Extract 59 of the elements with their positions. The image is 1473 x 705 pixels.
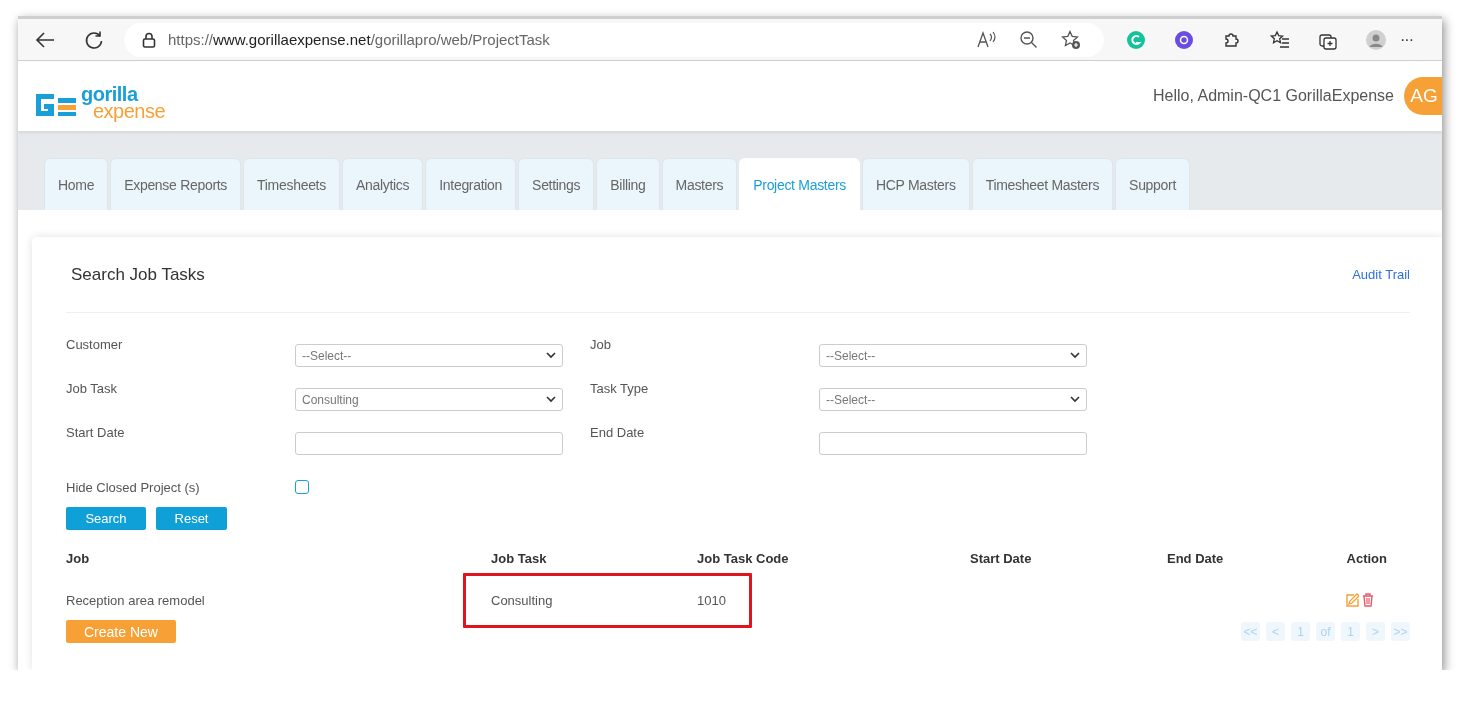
date-input-field[interactable] <box>295 432 563 455</box>
select-field[interactable]: Consulting <box>295 388 563 411</box>
column-header: Job <box>66 550 91 566</box>
favorites-icon[interactable] <box>1270 29 1290 50</box>
nav-tab[interactable]: Support <box>1115 158 1191 210</box>
field-label: Job <box>589 336 612 354</box>
url-text: https://www.gorillaexpense.net/gorillapro/web/ProjectTask <box>168 31 551 48</box>
lock-icon <box>142 31 156 48</box>
action-button[interactable]: Search <box>66 507 146 530</box>
checkbox[interactable] <box>295 480 309 494</box>
zoom-out-icon[interactable] <box>1019 29 1039 50</box>
nav-tab[interactable]: HCP Masters <box>862 158 970 210</box>
nav-tab[interactable]: Integration <box>425 158 517 210</box>
address-bar[interactable]: https://www.gorillaexpense.net/gorillapro/web/ProjectTask <box>124 22 1104 57</box>
camera-extension-icon[interactable] <box>1174 29 1194 50</box>
field-label: Job Task <box>66 380 119 398</box>
chevron-down-icon <box>546 352 556 359</box>
nav-tab[interactable]: Billing <box>596 158 660 210</box>
read-aloud-icon[interactable] <box>977 29 997 50</box>
column-header: End Date <box>1167 550 1225 566</box>
field-label: Task Type <box>589 380 650 398</box>
star-plus-icon[interactable] <box>1061 29 1081 50</box>
nav-tab[interactable]: Timesheets <box>243 158 340 210</box>
trash-icon[interactable] <box>1362 593 1374 607</box>
logo-subtext: expense <box>93 103 166 120</box>
section-title: Search Job Tasks <box>71 264 205 285</box>
more-menu-button[interactable]: ··· <box>1400 30 1413 49</box>
greeting-text: Hello, Admin-QC1 GorillaExpense <box>1153 87 1394 105</box>
nav-tab[interactable]: Expense Reports <box>110 158 242 210</box>
date-input-field[interactable] <box>819 432 1087 455</box>
nav-tab[interactable]: Analytics <box>341 158 424 210</box>
column-header: Job Task Code <box>697 550 790 566</box>
field-label: Start Date <box>66 424 126 442</box>
nav-tab[interactable]: Home <box>44 158 109 210</box>
nav-tab[interactable]: Settings <box>518 158 595 210</box>
table-cell-text: Reception area remodel <box>66 592 206 608</box>
chevron-down-icon <box>1070 396 1080 403</box>
field-label: Customer <box>66 336 124 354</box>
column-header: Action <box>1346 550 1387 566</box>
nav-tab[interactable]: Masters <box>661 158 738 210</box>
column-header: Start Date <box>970 550 1033 566</box>
back-icon[interactable] <box>34 29 56 50</box>
chevron-down-icon <box>546 396 556 403</box>
reload-icon[interactable] <box>84 29 104 50</box>
checkbox-label: Hide Closed Project (s) <box>66 479 201 495</box>
field-label: End Date <box>589 424 646 442</box>
select-field[interactable]: --Select-- <box>819 344 1087 367</box>
chevron-down-icon <box>1070 352 1080 359</box>
logo-text: gorilla <box>81 86 140 103</box>
profile-icon[interactable] <box>1366 29 1386 50</box>
table-cell-text: 1010 <box>697 592 727 608</box>
table-cell-text: Consulting <box>491 592 554 608</box>
nav-tab[interactable]: Project Masters <box>739 158 860 210</box>
nav-tab[interactable]: Timesheet Masters <box>971 158 1114 210</box>
column-header: Job Task <box>491 550 548 566</box>
select-field[interactable]: --Select-- <box>295 344 563 367</box>
action-button[interactable]: Reset <box>156 507 227 530</box>
select-field[interactable]: --Select-- <box>819 388 1087 411</box>
audit-trail-link[interactable]: Audit Trail <box>1352 267 1410 282</box>
